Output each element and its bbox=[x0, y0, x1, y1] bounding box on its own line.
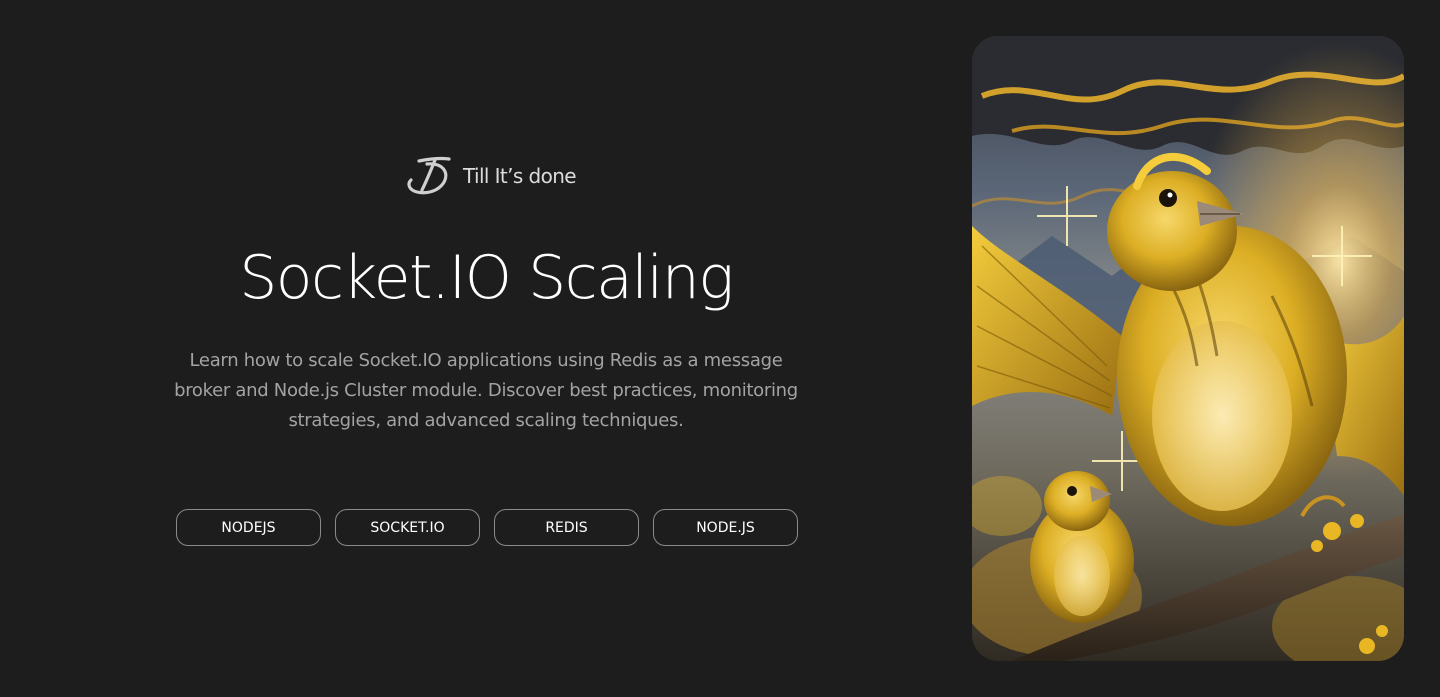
page-description: Learn how to scale Socket.IO application… bbox=[174, 350, 798, 431]
td-monogram-icon bbox=[405, 156, 453, 196]
tag-nodejs[interactable]: NODEJS bbox=[176, 509, 321, 546]
tag-redis[interactable]: REDIS bbox=[494, 509, 639, 546]
tag-node-js[interactable]: NODE.JS bbox=[653, 509, 798, 546]
golden-finch-artwork bbox=[972, 36, 1404, 661]
brand-logo-link[interactable]: Till It’s done bbox=[405, 156, 577, 196]
page-title: Socket.IO Scaling bbox=[239, 243, 734, 313]
hero-section: Till It’s done Socket.IO Scaling Learn h… bbox=[0, 0, 972, 697]
tag-list: NODEJS SOCKET.IO REDIS NODE.JS bbox=[176, 509, 798, 546]
brand-logo-text: Till It’s done bbox=[463, 164, 577, 188]
page: Till It’s done Socket.IO Scaling Learn h… bbox=[0, 0, 1440, 697]
tag-socket-io[interactable]: SOCKET.IO bbox=[335, 509, 480, 546]
hero-illustration bbox=[972, 36, 1404, 661]
